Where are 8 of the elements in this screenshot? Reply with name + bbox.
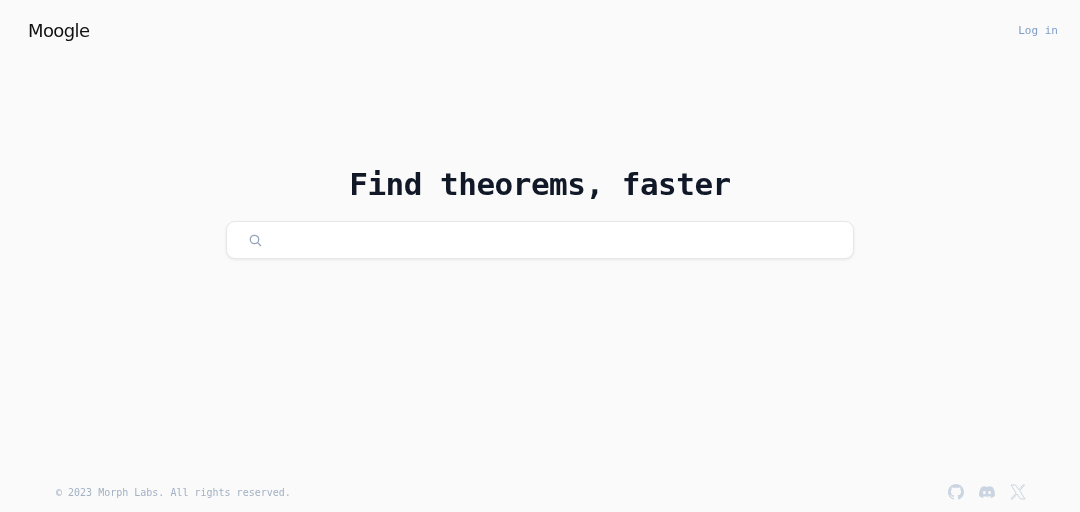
search-field[interactable] bbox=[226, 221, 854, 259]
discord-icon[interactable] bbox=[979, 484, 995, 500]
copyright-text: © 2023 Morph Labs. All rights reserved. bbox=[56, 486, 291, 498]
hero-title: Find theorems, faster bbox=[349, 166, 731, 202]
x-logo-icon[interactable] bbox=[1010, 484, 1026, 500]
github-icon[interactable] bbox=[948, 484, 964, 500]
logo[interactable]: Moogle bbox=[28, 19, 90, 41]
search-icon bbox=[249, 233, 262, 247]
